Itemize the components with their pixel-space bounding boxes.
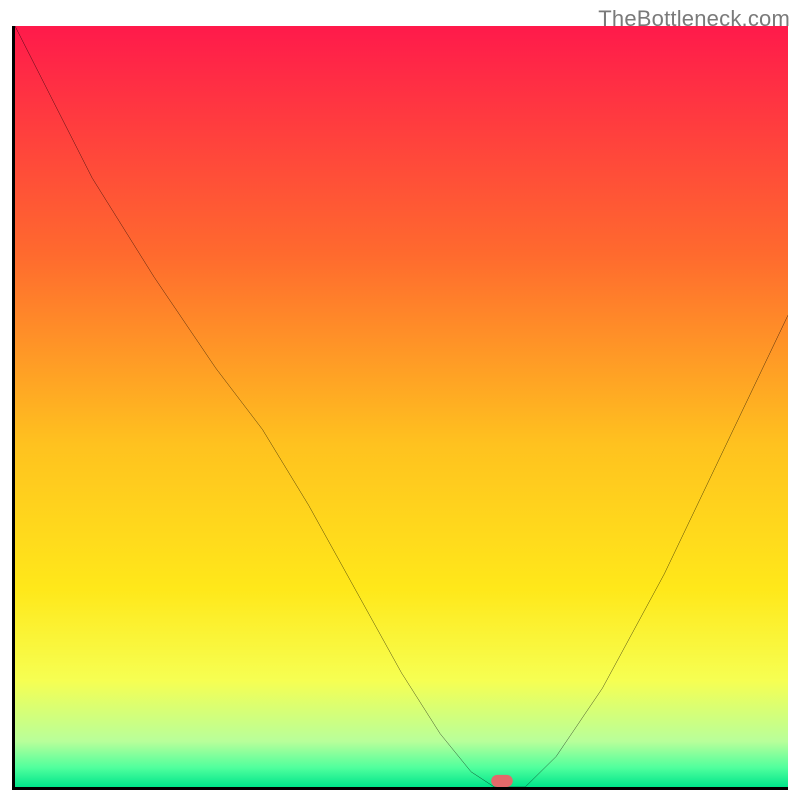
bottleneck-chart: TheBottleneck.com	[0, 0, 800, 800]
plot-frame	[12, 26, 788, 790]
plot-svg	[15, 26, 788, 787]
optimum-marker	[491, 775, 513, 787]
